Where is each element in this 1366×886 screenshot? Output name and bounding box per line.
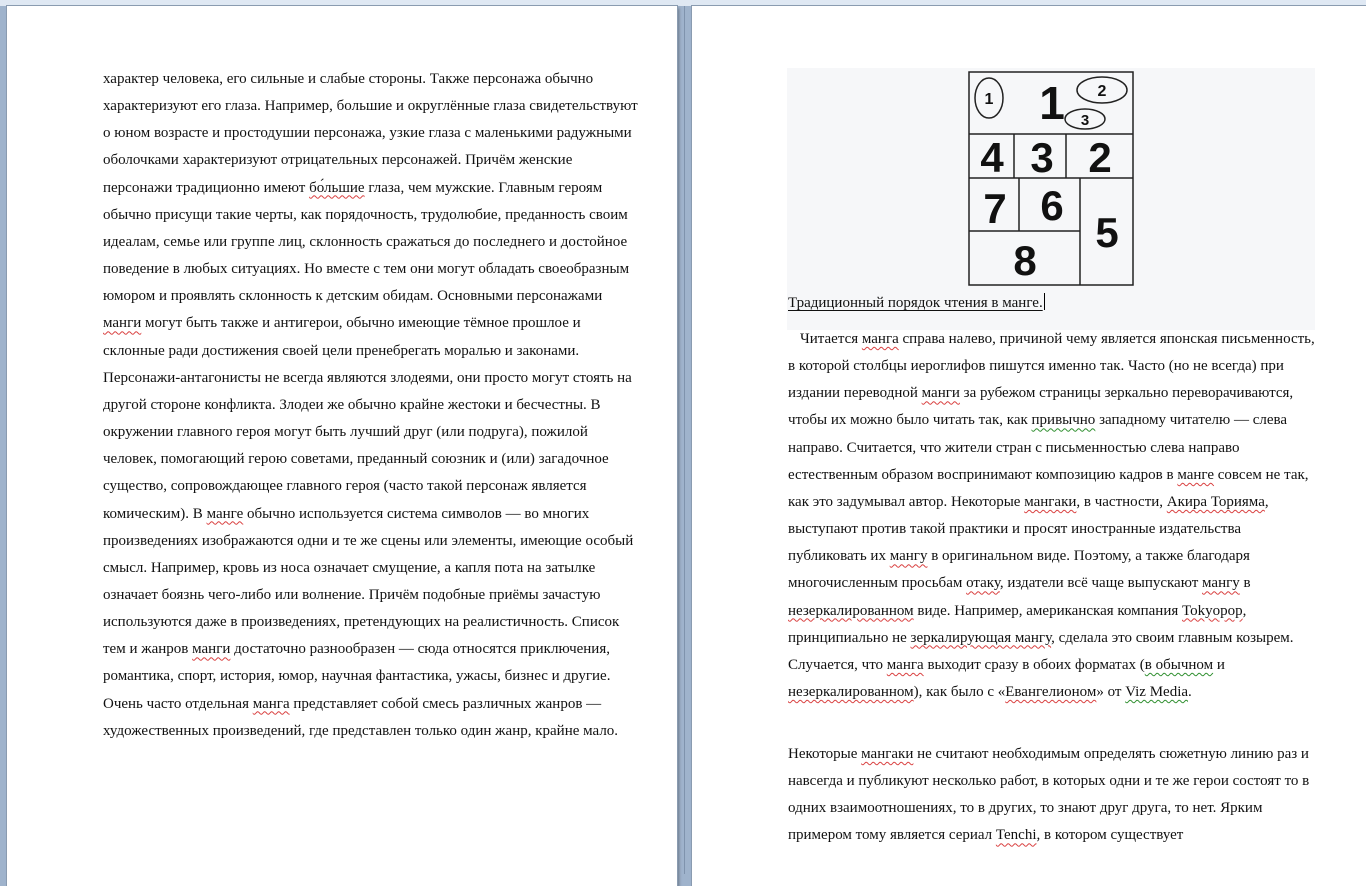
text-run: » от bbox=[1096, 684, 1126, 701]
flagged-word: мангаки bbox=[1024, 493, 1077, 510]
flagged-word: зеркалирующая мангу bbox=[910, 629, 1052, 646]
text-run: обычно используется система символов — в… bbox=[103, 505, 634, 658]
text-run: характер человека, его сильные и слабые … bbox=[103, 71, 638, 196]
flagged-word: манге bbox=[1177, 466, 1215, 483]
flagged-word: манга bbox=[886, 656, 924, 673]
text-run: виде. Например, американская компания bbox=[913, 602, 1182, 619]
flagged-word: Tokyopop bbox=[1182, 602, 1243, 619]
text-run: в bbox=[1239, 575, 1251, 592]
text-run: Некоторые bbox=[788, 746, 862, 762]
text-run: ), как было с « bbox=[913, 684, 1006, 701]
panel-label: 4 bbox=[980, 134, 1004, 181]
flagged-word: манги bbox=[921, 385, 960, 402]
flagged-word: манги bbox=[103, 315, 142, 332]
bubble-label: 1 bbox=[985, 91, 994, 108]
figure-caption[interactable]: Традиционный порядок чтения в манге. bbox=[788, 293, 1045, 312]
flagged-word: манге bbox=[206, 505, 244, 522]
panel-label: 1 bbox=[1039, 77, 1065, 129]
bubble-label: 2 bbox=[1098, 83, 1107, 100]
bubble-label: 3 bbox=[1081, 112, 1089, 129]
text-run: , в котором существует bbox=[1036, 827, 1184, 844]
flagged-word: незеркалированном bbox=[788, 684, 914, 701]
body-paragraph[interactable]: Некоторые мангаки не считают необходимым… bbox=[788, 741, 1318, 850]
panel-label: 8 bbox=[1013, 237, 1036, 284]
panel-label: 7 bbox=[983, 185, 1006, 232]
text-run: Читается bbox=[800, 331, 862, 347]
flagged-word: Viz Media bbox=[1125, 684, 1189, 701]
flagged-word: мангу bbox=[889, 548, 928, 565]
flagged-word: манга bbox=[252, 695, 290, 712]
flagged-word: мангаки bbox=[861, 746, 914, 762]
flagged-word: в обычном bbox=[1144, 656, 1214, 673]
text-run: и bbox=[1213, 656, 1225, 673]
flagged-word: отаку bbox=[966, 575, 1000, 592]
flagged-word: незеркалированном bbox=[788, 602, 914, 619]
flagged-word: Евангелионом bbox=[1005, 684, 1097, 701]
caption-text: Традиционный порядок чтения в манге. bbox=[788, 295, 1043, 311]
flagged-word: Акира Торияма bbox=[1166, 493, 1265, 510]
text-run: , в частности, bbox=[1076, 493, 1167, 510]
flagged-word: манги bbox=[192, 641, 231, 658]
text-run: . bbox=[1188, 684, 1192, 701]
flagged-word: Tenchi bbox=[995, 827, 1037, 844]
text-run: могут быть также и антигерои, обычно име… bbox=[103, 315, 632, 522]
text-run: глаза, чем мужские. Главным героям обычн… bbox=[103, 179, 630, 305]
document-page-left[interactable]: характер человека, его сильные и слабые … bbox=[7, 6, 677, 886]
page-gap bbox=[684, 6, 685, 874]
flagged-word: привычно bbox=[1031, 412, 1096, 429]
document-page-right[interactable]: 1 1 2 3 4 3 2 7 6 5 8 Традиционный поряд… bbox=[692, 6, 1366, 886]
manga-reading-order-diagram: 1 1 2 3 4 3 2 7 6 5 8 bbox=[968, 71, 1134, 286]
body-paragraph[interactable]: характер человека, его сильные и слабые … bbox=[103, 66, 643, 745]
panel-label: 2 bbox=[1088, 134, 1111, 181]
flagged-word: бо́льшие bbox=[309, 179, 365, 196]
flagged-word: мангу bbox=[1202, 575, 1240, 592]
body-paragraph[interactable]: Читается манга справа налево, причиной ч… bbox=[788, 326, 1318, 706]
figure-block[interactable]: 1 1 2 3 4 3 2 7 6 5 8 bbox=[787, 68, 1315, 330]
panel-label: 3 bbox=[1030, 134, 1053, 181]
text-run: выходит сразу в обоих форматах ( bbox=[923, 656, 1145, 673]
panel-label: 5 bbox=[1095, 209, 1118, 256]
flagged-word: манга bbox=[861, 331, 899, 347]
panel-label: 6 bbox=[1040, 182, 1063, 229]
text-run: , издатели всё чаще выпускают bbox=[999, 575, 1203, 592]
text-cursor bbox=[1043, 293, 1045, 310]
